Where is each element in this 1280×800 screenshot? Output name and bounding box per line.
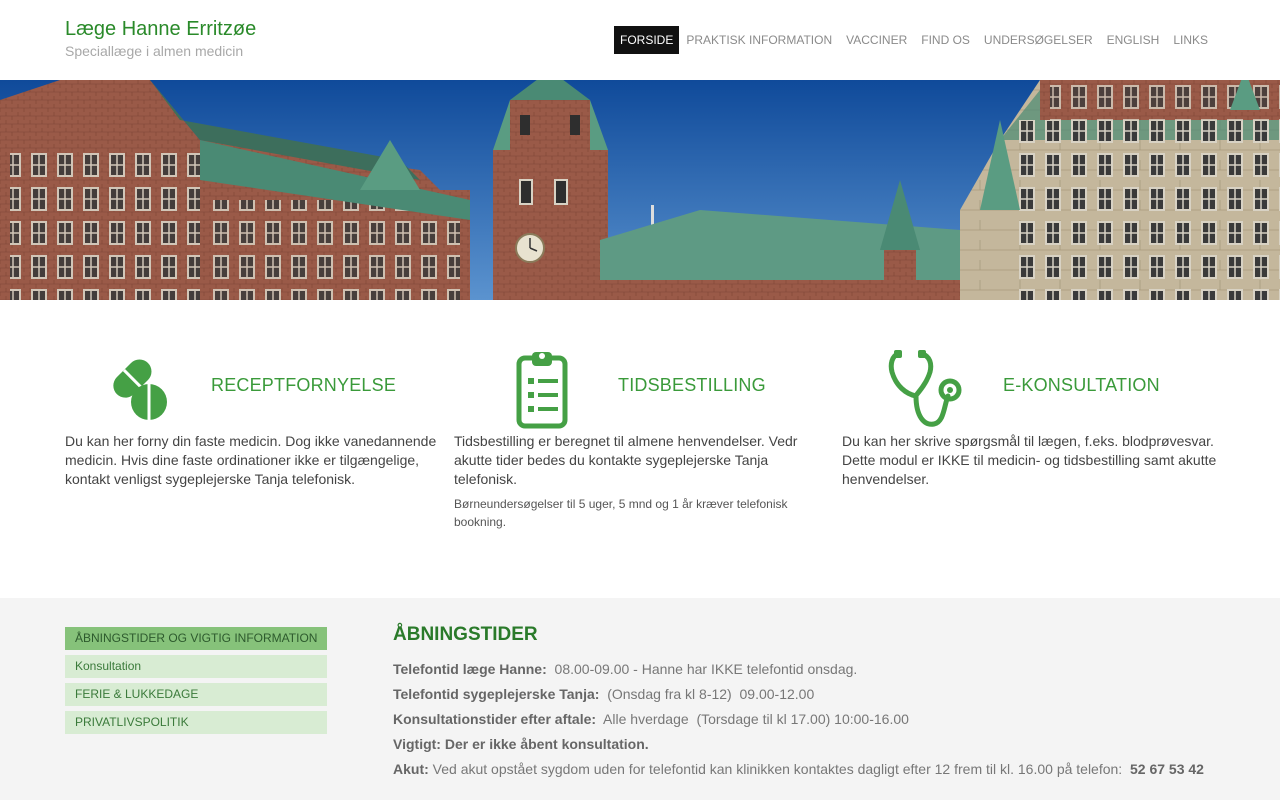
side-menu: ÅBNINGSTIDER OG VIGTIG INFORMATION Konsu… [65,627,327,739]
service-title[interactable]: RECEPTFORNYELSE [211,375,396,396]
info-text: 08.00-09.00 - Hanne har IKKE telefontid … [554,661,858,677]
info-label: Telefontid sygeplejerske Tanja: [393,686,600,702]
info-title: ÅBNINGSTIDER [393,624,538,645]
site-title[interactable]: Læge Hanne Erritzøe [65,18,256,41]
info-line-vigtigt: Vigtigt: Der er ikke åbent konsultation. [393,732,1233,757]
nav-item-find-os[interactable]: FIND OS [914,26,977,54]
service-title[interactable]: E-KONSULTATION [1003,375,1160,396]
side-item-abningstider[interactable]: ÅBNINGSTIDER OG VIGTIG INFORMATION [65,627,327,650]
hero-image [0,80,1280,300]
service-description: Tidsbestilling er beregnet til almene he… [454,432,829,531]
service-text: Du kan her skrive spørgsmål til lægen, f… [842,433,1217,487]
clipboard-icon[interactable] [502,350,582,430]
service-text: Du kan her forny din faste medicin. Dog … [65,433,437,487]
side-item-ferie[interactable]: FERIE & LUKKEDAGE [65,683,327,706]
info-text: Ved akut opstået sygdom uden for telefon… [432,761,1123,777]
pills-icon[interactable] [101,350,181,430]
services-section: RECEPTFORNYELSE Du kan her forny din fas… [65,340,1217,570]
castle-photo [0,80,1280,300]
side-item-konsultation[interactable]: Konsultation [65,655,327,678]
info-section: ÅBNINGSTIDER OG VIGTIG INFORMATION Konsu… [0,598,1280,800]
info-line-telefontid-hanne: Telefontid læge Hanne: 08.00-09.00 - Han… [393,657,1233,682]
info-text: Alle hverdage (Torsdage til kl 17.00) 10… [603,711,909,727]
info-label: Telefontid læge Hanne: [393,661,547,677]
info-line-akut: Akut: Ved akut opstået sygdom uden for t… [393,757,1233,782]
nav-item-links[interactable]: LINKS [1166,26,1215,54]
info-content: ÅBNINGSTIDER Telefontid læge Hanne: 08.0… [393,624,1233,782]
service-description: Du kan her skrive spørgsmål til lægen, f… [842,432,1217,489]
nav-item-undersogelser[interactable]: UNDERSØGELSER [977,26,1100,54]
stethoscope-icon[interactable] [886,350,966,430]
main-nav: FORSIDE PRAKTISK INFORMATION VACCINER FI… [613,26,1215,54]
side-item-privatlivspolitik[interactable]: PRIVATLIVSPOLITIK [65,711,327,734]
info-text: (Onsdag fra kl 8-12) 09.00-12.00 [607,686,815,702]
nav-item-english[interactable]: ENGLISH [1100,26,1167,54]
service-text: Tidsbestilling er beregnet til almene he… [454,433,798,487]
site-subtitle: Speciallæge i almen medicin [65,43,244,59]
service-title[interactable]: TIDSBESTILLING [618,375,766,396]
nav-item-forside[interactable]: FORSIDE [613,26,680,54]
info-label: Konsultationstider efter aftale: [393,711,597,727]
nav-item-vacciner[interactable]: VACCINER [839,26,914,54]
info-label: Vigtigt: Der er ikke åbent konsultation. [393,736,649,752]
phone-number[interactable]: 52 67 53 42 [1130,761,1204,777]
site-header: Læge Hanne Erritzøe Speciallæge i almen … [0,0,1280,80]
service-note: Børneundersøgelser til 5 uger, 5 mnd og … [454,497,788,529]
info-line-konsultationstider: Konsultationstider efter aftale: Alle hv… [393,707,1233,732]
service-description: Du kan her forny din faste medicin. Dog … [65,432,440,489]
info-line-telefontid-tanja: Telefontid sygeplejerske Tanja: (Onsdag … [393,682,1233,707]
info-label: Akut: [393,761,429,777]
nav-item-praktisk-information[interactable]: PRAKTISK INFORMATION [679,26,839,54]
